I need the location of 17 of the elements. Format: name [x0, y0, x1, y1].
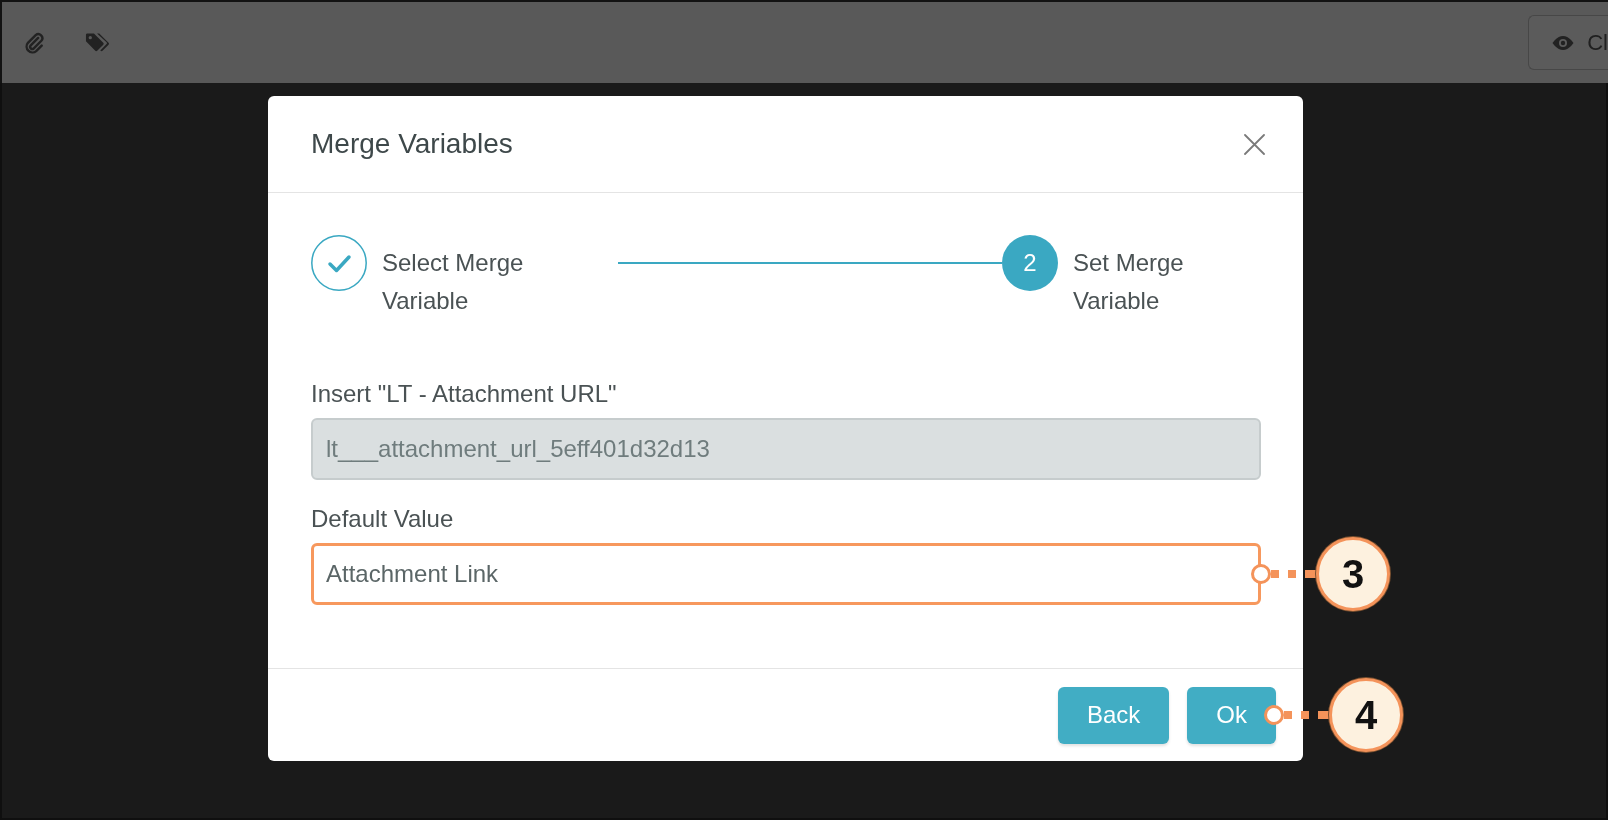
paperclip-icon[interactable]: [23, 31, 45, 54]
step-number: 2: [1002, 235, 1058, 291]
dialog-button[interactable]: Ok: [1187, 686, 1276, 744]
text-input-field[interactable]: lt___attachment_url_5eff401d32d13: [311, 418, 1261, 480]
step-label: Select Merge Variable: [382, 248, 525, 316]
text-input-field[interactable]: Attachment Link: [311, 543, 1261, 605]
dialog-button[interactable]: Back: [1057, 686, 1170, 744]
field-label: Default Value: [311, 504, 455, 534]
field-label: Insert "LT - Attachment URL": [311, 379, 618, 409]
eye-icon: [1551, 34, 1576, 51]
close-icon[interactable]: [1244, 133, 1265, 155]
tags-icon[interactable]: [85, 31, 110, 54]
callout-badge: 4: [1329, 678, 1403, 752]
view-button[interactable]: Cl: [1528, 15, 1608, 70]
callout-badge: 3: [1316, 537, 1390, 611]
dialog-title: Merge Variables: [311, 127, 513, 161]
step-label: Set Merge Variable: [1073, 248, 1185, 316]
